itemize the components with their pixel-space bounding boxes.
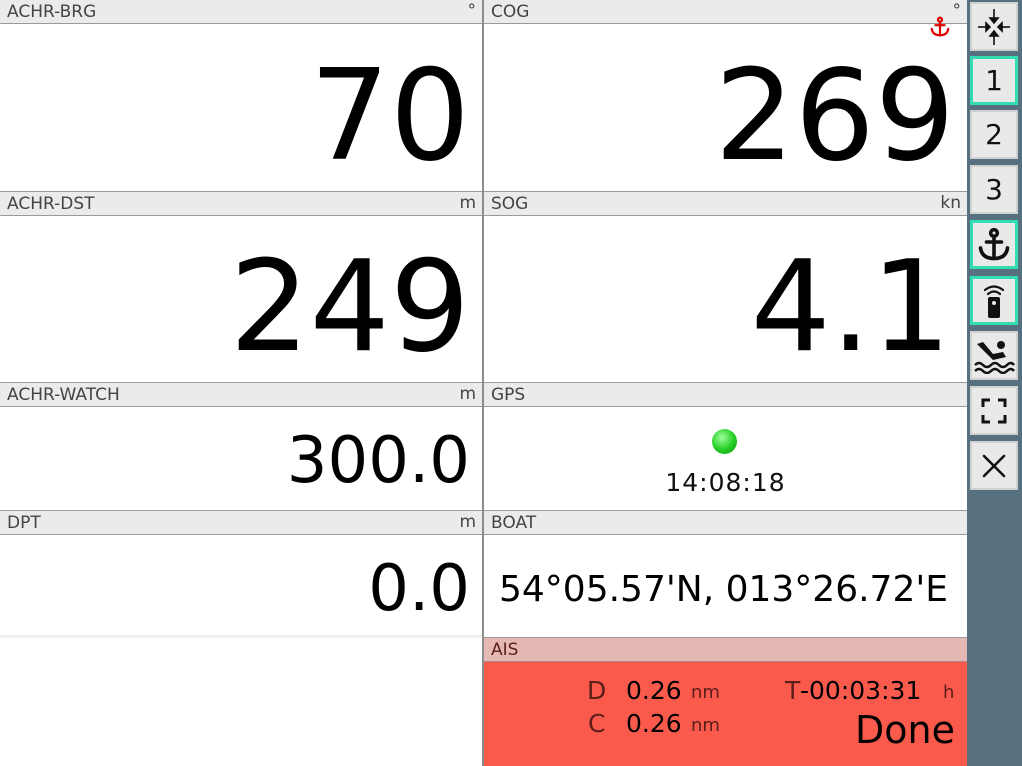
fullscreen-button[interactable] bbox=[970, 386, 1018, 435]
panel-value: 0.0 bbox=[368, 552, 470, 626]
panel-unit: ° bbox=[467, 1, 477, 21]
close-button[interactable] bbox=[970, 441, 1018, 490]
page-2-label: 2 bbox=[985, 118, 1003, 151]
panel-title: ACHR-WATCH bbox=[7, 385, 120, 405]
panel-title: GPS bbox=[491, 385, 526, 405]
anchor-icon bbox=[930, 16, 950, 37]
panel-achr-watch[interactable]: ACHR-WATCH m 300.0 bbox=[0, 382, 482, 510]
panel-gps[interactable]: GPS 14:08:18 bbox=[484, 382, 967, 510]
remote-control-icon bbox=[983, 284, 1005, 318]
panel-achr-brg[interactable]: ACHR-BRG ° 70 bbox=[0, 0, 482, 191]
panel-title: SOG bbox=[491, 194, 529, 214]
page-1-label: 1 bbox=[985, 64, 1003, 97]
panel-header: COG ° bbox=[484, 0, 967, 24]
ais-alert-body: D 0.26 nm C 0.26 nm T -00:03:31 h Done bbox=[484, 662, 967, 766]
panel-unit: m bbox=[459, 384, 476, 404]
panel-title: DPT bbox=[7, 513, 41, 533]
remote-control-button[interactable] bbox=[970, 276, 1018, 325]
man-overboard-icon bbox=[974, 340, 1015, 374]
panel-boat[interactable]: BOAT 54°05.57'N, 013°26.72'E bbox=[484, 510, 967, 637]
panel-header: AIS bbox=[484, 638, 967, 662]
panel-value: 4.1 bbox=[750, 233, 951, 380]
ais-tcpa-unit: h bbox=[943, 682, 955, 703]
panel-title: ACHR-BRG bbox=[7, 2, 97, 22]
panel-unit: m bbox=[459, 512, 476, 532]
ais-distance-label: D bbox=[587, 676, 607, 705]
ais-distance-value: 0.26 bbox=[626, 676, 682, 705]
panel-value: 300.0 bbox=[286, 424, 470, 498]
ais-tcpa-value: -00:03:31 bbox=[800, 676, 922, 705]
panel-title: BOAT bbox=[491, 513, 537, 533]
panel-achr-dst[interactable]: ACHR-DST m 249 bbox=[0, 191, 482, 382]
panel-title: COG bbox=[491, 2, 530, 22]
panel-empty bbox=[0, 638, 482, 766]
panel-value: 269 bbox=[714, 42, 956, 189]
ais-distance-unit: nm bbox=[691, 682, 720, 703]
close-icon bbox=[982, 454, 1006, 477]
column-divider bbox=[482, 0, 484, 766]
panel-dpt[interactable]: DPT m 0.0 bbox=[0, 510, 482, 635]
panel-header: SOG kn bbox=[484, 192, 967, 216]
page-1-button[interactable]: 1 bbox=[970, 56, 1018, 105]
panel-value: 70 bbox=[309, 42, 470, 189]
panel-header: ACHR-DST m bbox=[0, 192, 482, 216]
panel-cog[interactable]: COG ° 269 bbox=[484, 0, 967, 191]
gps-time: 14:08:18 bbox=[665, 468, 786, 497]
panel-header: GPS bbox=[484, 383, 967, 407]
panel-sog[interactable]: SOG kn 4.1 bbox=[484, 191, 967, 382]
ais-cpa-unit: nm bbox=[691, 715, 720, 736]
page-2-button[interactable]: 2 bbox=[970, 110, 1018, 159]
panel-unit: kn bbox=[940, 193, 961, 213]
panel-header: DPT m bbox=[0, 511, 482, 535]
boat-position: 54°05.57'N, 013°26.72'E bbox=[499, 569, 948, 610]
anchor-button[interactable] bbox=[970, 220, 1018, 269]
ais-cpa-label: C bbox=[588, 709, 606, 738]
page-3-label: 3 bbox=[985, 173, 1003, 206]
compress-button[interactable] bbox=[970, 2, 1018, 51]
panel-title: ACHR-DST bbox=[7, 194, 95, 214]
gps-status-indicator bbox=[712, 429, 737, 454]
panel-ais[interactable]: AIS D 0.26 nm C 0.26 nm T -00:03:31 h Do… bbox=[484, 637, 967, 766]
compress-arrows-icon bbox=[978, 8, 1010, 45]
ais-tcpa-label: T bbox=[785, 676, 801, 705]
man-overboard-button[interactable] bbox=[970, 331, 1018, 380]
sidebar: 1 2 3 bbox=[967, 0, 1022, 766]
fullscreen-icon bbox=[981, 398, 1007, 423]
panel-unit: m bbox=[459, 193, 476, 213]
panel-value: 249 bbox=[229, 233, 471, 380]
ais-cpa-value: 0.26 bbox=[626, 709, 682, 738]
panel-title: AIS bbox=[491, 640, 519, 660]
panel-header: ACHR-BRG ° bbox=[0, 0, 482, 24]
panel-unit: ° bbox=[952, 1, 962, 21]
anchor-icon bbox=[978, 227, 1010, 260]
ais-status: Done bbox=[855, 708, 955, 752]
page-3-button[interactable]: 3 bbox=[970, 165, 1018, 214]
panel-header: BOAT bbox=[484, 511, 967, 535]
panel-header: ACHR-WATCH m bbox=[0, 383, 482, 407]
